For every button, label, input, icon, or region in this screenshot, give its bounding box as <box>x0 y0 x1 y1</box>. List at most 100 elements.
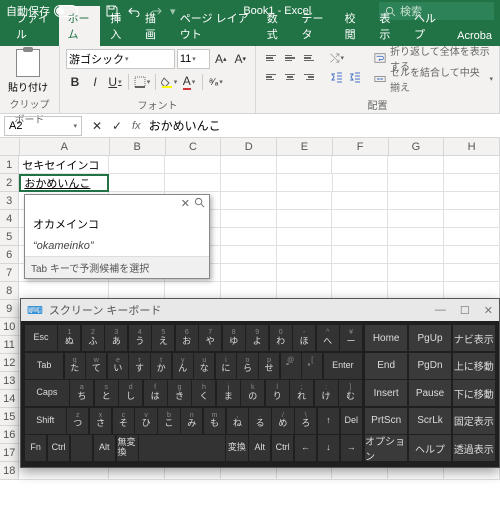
osk-key[interactable]: ← <box>295 435 316 461</box>
cell[interactable] <box>221 228 277 246</box>
osk-side-key[interactable]: ScrLk <box>409 408 451 434</box>
osk-key[interactable]: eい <box>108 353 128 379</box>
osk-key[interactable]: 7や <box>199 325 221 351</box>
osk-key[interactable]: zつ <box>67 408 88 434</box>
cell[interactable] <box>332 246 388 264</box>
osk-side-key[interactable]: オプション <box>365 435 407 461</box>
column-header[interactable]: G <box>389 138 445 155</box>
cell[interactable]: おかめいんこ <box>19 174 109 192</box>
osk-key[interactable]: ; れ <box>290 380 313 406</box>
close-icon[interactable]: ✕ <box>484 304 493 317</box>
osk-key[interactable]: ]む <box>339 380 362 406</box>
column-header[interactable]: A <box>20 138 110 155</box>
paste-button[interactable]: 貼り付け <box>6 49 50 94</box>
osk-side-key[interactable]: PgDn <box>409 353 451 379</box>
row-header[interactable]: 9 <box>0 300 19 318</box>
cell[interactable] <box>388 174 444 192</box>
osk-key[interactable]: pせ <box>259 353 279 379</box>
row-header[interactable]: 16 <box>0 426 19 444</box>
osk-key[interactable]: → <box>341 435 362 461</box>
osk-key[interactable]: ↑ <box>318 408 339 434</box>
osk-key[interactable]: dし <box>119 380 142 406</box>
osk-key[interactable]: qた <box>65 353 85 379</box>
tab-ファイル[interactable]: ファイル <box>8 6 57 46</box>
column-header[interactable]: B <box>110 138 166 155</box>
fill-color-button[interactable]: ▾ <box>160 73 178 91</box>
cell[interactable] <box>277 246 333 264</box>
tab-ヘルプ[interactable]: ヘルプ <box>406 6 447 46</box>
increase-font-icon[interactable]: A▴ <box>212 50 229 68</box>
osk-key[interactable]: ↓ <box>318 435 339 461</box>
osk-key[interactable]: 4う <box>129 325 151 351</box>
osk-side-key[interactable]: 下に移動 <box>453 380 495 406</box>
tab-校閲[interactable]: 校閲 <box>337 6 370 46</box>
cell[interactable] <box>444 246 500 264</box>
ime-candidate[interactable]: オカメインコ <box>25 212 209 236</box>
cell[interactable] <box>388 264 444 282</box>
osk-key[interactable]: \ろ <box>295 408 316 434</box>
osk-key[interactable]: 変換 <box>226 435 247 461</box>
search-icon[interactable] <box>194 197 205 210</box>
italic-button[interactable]: I <box>86 73 104 91</box>
osk-key[interactable]: : け <box>315 380 338 406</box>
osk-key[interactable] <box>71 435 92 461</box>
row-header[interactable]: 1 <box>0 156 19 174</box>
osk-key[interactable]: tか <box>151 353 171 379</box>
osk-key[interactable]: Del <box>341 408 362 434</box>
osk-key[interactable]: 無変換 <box>117 435 138 461</box>
row-header[interactable]: 13 <box>0 372 19 390</box>
cell[interactable] <box>109 174 165 192</box>
osk-key[interactable]: Fn <box>25 435 46 461</box>
select-all-corner[interactable] <box>0 138 20 155</box>
cell[interactable] <box>221 246 277 264</box>
tab-描画[interactable]: 描画 <box>137 6 170 46</box>
osk-key[interactable]: iに <box>216 353 236 379</box>
cell[interactable] <box>444 192 500 210</box>
row-header[interactable]: 6 <box>0 246 19 264</box>
osk-key[interactable]: 6お <box>176 325 198 351</box>
osk-side-key[interactable]: PrtScn <box>365 408 407 434</box>
osk-key[interactable]: 8ゆ <box>223 325 245 351</box>
cell[interactable] <box>277 228 333 246</box>
osk-key[interactable]: Alt <box>94 435 115 461</box>
column-header[interactable]: F <box>333 138 389 155</box>
column-header[interactable]: E <box>277 138 333 155</box>
row-header[interactable]: 10 <box>0 318 19 336</box>
cell[interactable] <box>277 264 333 282</box>
row-header[interactable]: 15 <box>0 408 19 426</box>
cell[interactable] <box>277 174 333 192</box>
osk-key[interactable]: 9よ <box>246 325 268 351</box>
bold-button[interactable]: B <box>66 73 84 91</box>
row-header[interactable]: 12 <box>0 354 19 372</box>
osk-side-key[interactable]: End <box>365 353 407 379</box>
cell[interactable] <box>388 156 444 174</box>
cell[interactable] <box>444 156 500 174</box>
ime-candidate[interactable]: “okameinko” <box>25 236 209 256</box>
cell[interactable] <box>277 156 333 174</box>
osk-key[interactable]: nみ <box>181 408 202 434</box>
osk-key[interactable]: kの <box>241 380 264 406</box>
osk-key[interactable]: 5え <box>152 325 174 351</box>
osk-side-key[interactable]: ナビ表示 <box>453 325 495 351</box>
row-header[interactable]: 17 <box>0 444 19 462</box>
osk-key[interactable]: yん <box>173 353 193 379</box>
osk-key[interactable]: 0わ <box>270 325 292 351</box>
osk-side-key[interactable]: Pause <box>409 380 451 406</box>
tab-挿入[interactable]: 挿入 <box>102 6 135 46</box>
osk-key[interactable]: [゜ <box>302 353 322 379</box>
osk-titlebar[interactable]: ⌨ スクリーン キーボード — ☐ ✕ <box>21 299 499 321</box>
tab-ページ レイアウト[interactable]: ページ レイアウト <box>172 6 257 46</box>
phonetic-button[interactable]: ᵃ⁄ₐ▾ <box>207 73 225 91</box>
osk-key[interactable] <box>139 435 224 461</box>
row-header[interactable]: 3 <box>0 192 19 210</box>
osk-side-key[interactable]: PgUp <box>409 325 451 351</box>
cancel-edit-icon[interactable]: ✕ <box>88 117 106 135</box>
osk-key[interactable]: Esc <box>25 325 57 351</box>
osk-key[interactable]: Shift <box>25 408 66 434</box>
osk-key[interactable]: 1ぬ <box>58 325 80 351</box>
orientation-button[interactable]: ⤭▾ <box>328 49 346 67</box>
tab-データ[interactable]: データ <box>294 6 335 46</box>
cell[interactable] <box>333 174 389 192</box>
osk-key[interactable]: /め <box>272 408 293 434</box>
osk-key[interactable]: Alt <box>249 435 270 461</box>
